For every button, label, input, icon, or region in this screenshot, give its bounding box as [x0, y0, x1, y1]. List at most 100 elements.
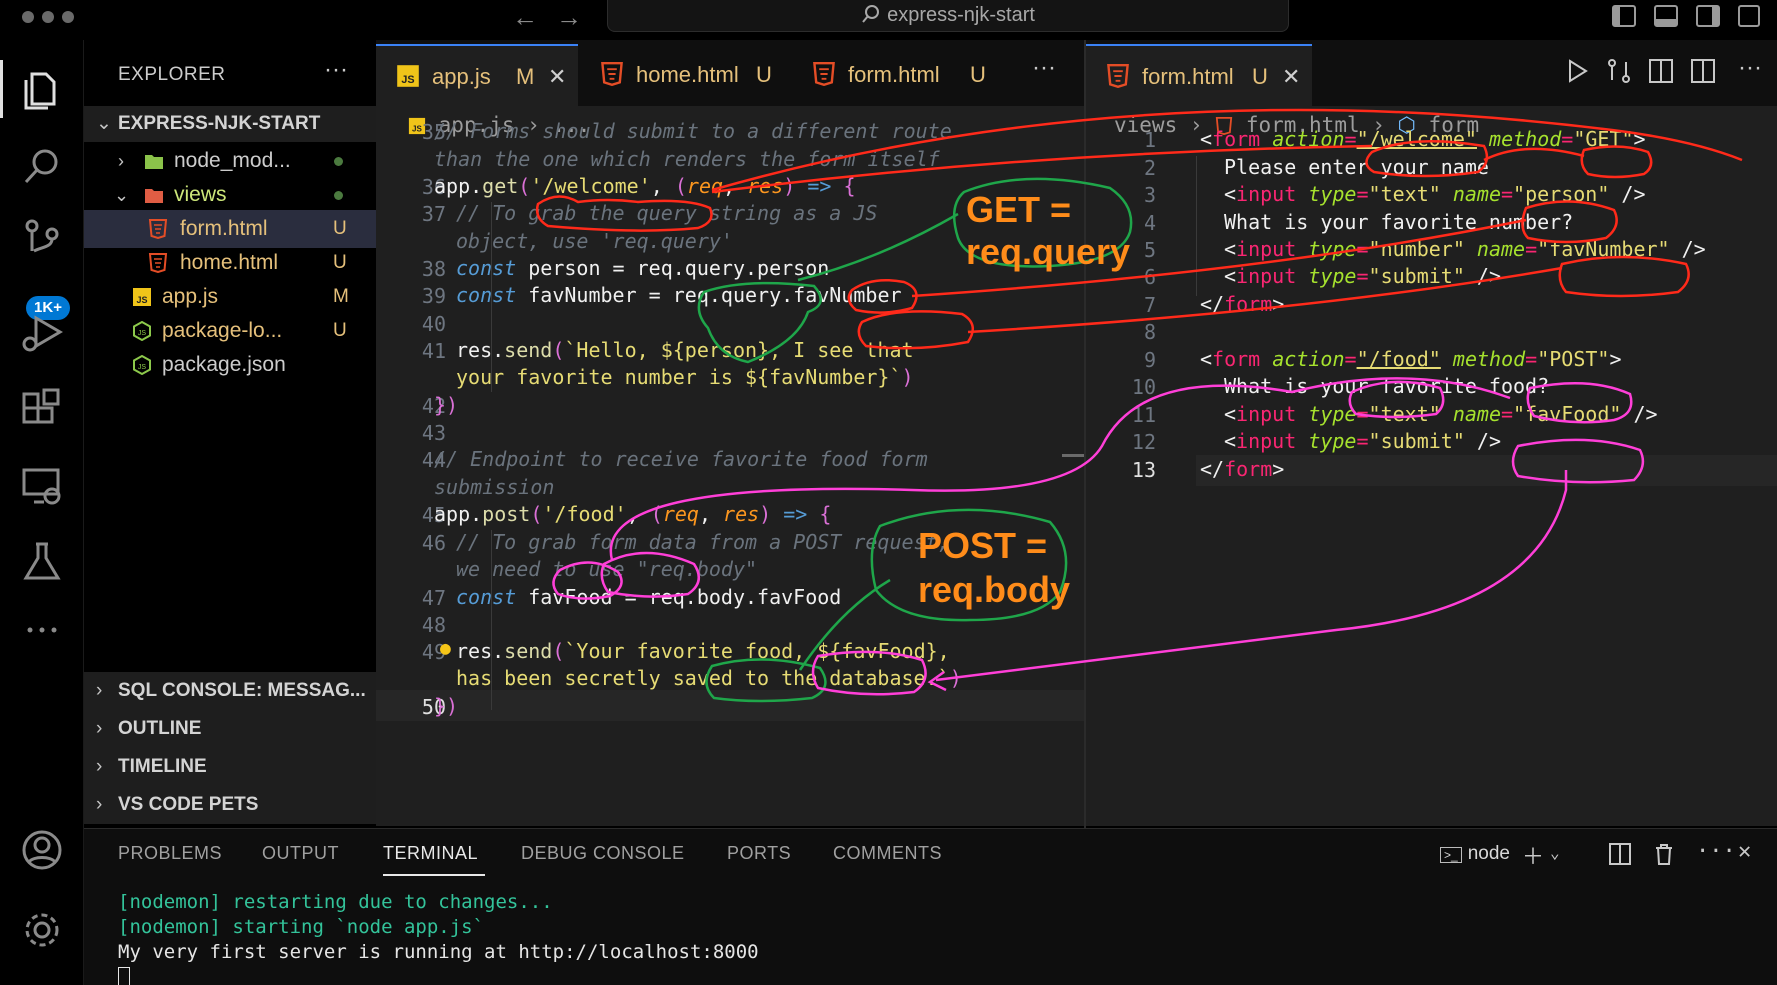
line-number: 37 — [421, 202, 446, 226]
tree-item-form-html[interactable]: form.html U — [84, 210, 376, 248]
terminal-line: [nodemon] restarting due to changes... — [118, 891, 553, 913]
window-close-dot[interactable] — [22, 11, 34, 23]
search-icon — [862, 5, 880, 23]
more-views-icon[interactable] — [18, 606, 66, 654]
line-number: 6 — [1143, 265, 1156, 289]
split-terminal-icon[interactable] — [1608, 842, 1632, 866]
code-line: </form> — [1200, 292, 1285, 316]
chevron-down-icon[interactable]: ⌄ — [1550, 843, 1560, 862]
project-header[interactable]: ⌄ EXPRESS-NJK-START — [84, 106, 376, 142]
tab-label: form.html — [1142, 64, 1234, 89]
html-file-icon — [148, 253, 168, 273]
code-line: <input type="text" name="person" /> — [1224, 182, 1646, 206]
close-panel-icon[interactable]: ✕ — [1738, 839, 1751, 864]
window-zoom-dot[interactable] — [62, 11, 74, 23]
line-number: 10 — [1131, 375, 1156, 399]
code-line: app.post('/food', (req, res) => { — [434, 502, 832, 526]
code-line: </form> — [1200, 457, 1285, 481]
settings-gear-icon[interactable] — [18, 906, 66, 954]
toggle-secondary-sidebar-icon[interactable] — [1696, 5, 1720, 27]
toggle-primary-sidebar-icon[interactable] — [1612, 5, 1636, 27]
back-arrow-icon[interactable]: ← — [512, 2, 538, 33]
panel-tab-ports[interactable]: PORTS — [727, 843, 791, 864]
code-line: // Endpoint to receive favorite food for… — [434, 447, 928, 471]
extensions-icon[interactable] — [18, 386, 66, 434]
close-tab-icon[interactable]: ✕ — [548, 46, 566, 108]
terminal-selector[interactable]: >_ node — [1440, 843, 1510, 865]
account-icon[interactable] — [18, 826, 66, 874]
remote-explorer-icon[interactable] — [18, 462, 66, 510]
close-tab-icon[interactable]: ✕ — [1282, 46, 1300, 108]
html-file-icon — [601, 62, 623, 86]
line-number: 49 — [421, 640, 446, 664]
tab-form-html[interactable]: form.html U — [790, 44, 1000, 106]
line-number: 38 — [421, 257, 446, 281]
git-status: U — [333, 252, 347, 273]
tab-home-html[interactable]: home.html U — [578, 44, 788, 106]
tree-item-label: app.js — [162, 285, 219, 308]
editor-more-button[interactable]: ··· — [1738, 54, 1762, 82]
line-number-current: 13 — [1131, 458, 1156, 482]
html-file-icon — [148, 219, 168, 239]
terminal-cursor[interactable] — [118, 967, 130, 985]
lightbulb-icon[interactable]: ● — [440, 638, 451, 659]
panel-tab-output[interactable]: OUTPUT — [262, 843, 339, 864]
git-status: M — [333, 286, 349, 307]
tree-item-label: home.html — [180, 251, 279, 274]
window-minimize-dot[interactable] — [42, 11, 54, 23]
line-number: 48 — [421, 613, 446, 637]
tree-item-home-html[interactable]: home.html U — [84, 244, 376, 282]
customize-layout-icon[interactable] — [1738, 5, 1760, 27]
active-tab-underline — [383, 874, 485, 876]
tab-flag: U — [1252, 64, 1268, 89]
trash-icon[interactable] — [1652, 842, 1676, 866]
section-sql-console[interactable]: › SQL CONSOLE: MESSAG... — [84, 672, 376, 710]
section-vscode-pets[interactable]: › VS CODE PETS — [84, 786, 376, 824]
panel-tab-debug-console[interactable]: DEBUG CONSOLE — [521, 843, 685, 864]
tree-item-package-lock[interactable]: JS package-lo... U — [84, 312, 376, 350]
explorer-icon[interactable] — [18, 64, 66, 112]
forward-arrow-icon[interactable]: → — [556, 2, 582, 33]
command-center-label: express-njk-start — [887, 4, 1035, 26]
terminal-icon: >_ — [1440, 847, 1462, 863]
editor-app-js[interactable]: JS app.js › ... 35 36 37 38 39 40 41 42 … — [376, 106, 1084, 826]
section-timeline[interactable]: › TIMELINE — [84, 748, 376, 786]
code-line: const favNumber = req.query.favNumber — [456, 283, 902, 307]
tree-item-node-modules[interactable]: › node_mod... — [84, 142, 376, 180]
toggle-panel-icon[interactable] — [1654, 5, 1678, 27]
tree-item-app-js[interactable]: JS app.js M — [84, 278, 376, 316]
section-label: SQL CONSOLE: MESSAG... — [118, 680, 366, 701]
tab-form-html-right[interactable]: form.html U ✕ — [1086, 44, 1312, 106]
js-file-icon: JS — [397, 65, 419, 87]
tree-item-package-json[interactable]: JS package.json — [84, 346, 376, 384]
search-icon[interactable] — [18, 142, 66, 190]
line-number: 9 — [1143, 348, 1156, 372]
command-center-search[interactable]: express-njk-start — [607, 0, 1289, 32]
code-line: <input type="submit" /> — [1224, 429, 1501, 453]
more-actions-icon[interactable]: ··· — [1696, 839, 1736, 864]
tab-app-js[interactable]: JS app.js M ✕ — [376, 44, 578, 106]
section-outline[interactable]: › OUTLINE — [84, 710, 376, 748]
open-preview-icon[interactable] — [1646, 56, 1676, 86]
panel-tab-comments[interactable]: COMMENTS — [833, 843, 942, 864]
explorer-more-button[interactable]: ··· — [324, 56, 348, 84]
new-terminal-icon[interactable]: ＋ — [1522, 839, 1544, 871]
split-editor-icon[interactable] — [1688, 56, 1718, 86]
code-line: has been secretly saved to the database.… — [456, 666, 962, 690]
tab-label: app.js — [432, 64, 491, 89]
line-number: 1 — [1143, 128, 1156, 152]
source-control-icon[interactable] — [18, 216, 66, 264]
tree-item-views[interactable]: ⌄ views — [84, 176, 376, 214]
editor-form-html[interactable]: views › form.html › ⬡ form 1 2 3 4 5 6 7… — [1086, 106, 1777, 826]
compare-changes-icon[interactable] — [1604, 56, 1634, 86]
run-icon[interactable] — [1562, 56, 1592, 86]
editor-tabs-right: form.html U ✕ ··· — [1086, 40, 1777, 106]
chevron-down-icon: ⌄ — [96, 113, 112, 134]
panel-tab-terminal[interactable]: TERMINAL — [383, 843, 478, 864]
testing-flask-icon[interactable] — [18, 538, 66, 586]
panel-tab-problems[interactable]: PROBLEMS — [118, 843, 222, 864]
tabs-more-button[interactable]: ··· — [1032, 54, 1056, 82]
minimap-slider[interactable] — [1062, 454, 1084, 457]
code-line: }) — [434, 694, 459, 718]
run-debug-icon[interactable] — [18, 310, 66, 358]
